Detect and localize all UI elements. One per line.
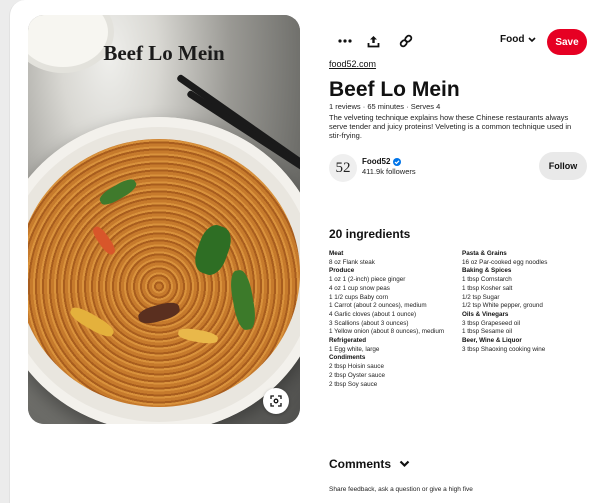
ingredient-item: 1 tbsp Kosher salt — [462, 284, 513, 292]
more-dots-icon — [338, 39, 352, 43]
comments-heading: Comments — [329, 457, 392, 471]
pin-meta: 1 reviews · 65 minutes · Serves 4 — [329, 102, 441, 111]
ingredient-category: Refrigerated — [329, 337, 367, 345]
share-upload-icon — [367, 35, 379, 47]
ingredient-category: Produce — [329, 267, 355, 275]
follow-button[interactable]: Follow — [539, 152, 587, 180]
follower-count: 411.9k followers — [362, 167, 416, 176]
pin-description: The velveting technique explains how the… — [329, 113, 572, 140]
ingredient-item: 16 oz Par-cooked egg noodles — [462, 258, 548, 266]
ingredient-item: 2 tbsp Soy sauce — [329, 380, 378, 388]
source-link[interactable]: food52.com — [329, 59, 376, 69]
ingredient-item: 4 Garlic cloves (about 1 ounce) — [329, 310, 417, 318]
ingredient-category: Baking & Spices — [462, 267, 512, 275]
ingredient-item: 1 tbsp Sesame oil — [462, 328, 513, 336]
ingredient-item: 3 tbsp Shaoxing cooking wine — [462, 345, 546, 353]
board-label: Food — [500, 34, 525, 45]
ingredient-item: 1 tbsp Cornstarch — [462, 276, 512, 284]
ingredient-item: 1/2 tsp White pepper, ground — [462, 302, 543, 310]
save-button[interactable]: Save — [547, 29, 587, 55]
pin-title: Beef Lo Mein — [329, 78, 460, 101]
ingredient-category: Condiments — [329, 354, 366, 362]
ingredient-item: 1 oz 1 (2-inch) piece ginger — [329, 276, 406, 284]
chevron-down-icon — [399, 460, 410, 468]
more-button[interactable] — [335, 31, 355, 51]
ingredients-column-left: Meat 8 oz Flank steak Produce 1 oz 1 (2-inc… — [329, 250, 464, 389]
ingredient-category: Pasta & Grains — [462, 250, 507, 257]
chevron-down-icon — [528, 36, 537, 42]
ingredient-item: 1/2 tsp Sugar — [462, 293, 500, 301]
ingredients-heading: 20 ingredients — [329, 227, 411, 241]
share-button[interactable] — [363, 31, 383, 51]
image-overlay-title: Beef Lo Mein — [103, 41, 225, 65]
creator-name[interactable]: Food52 — [362, 157, 390, 166]
ingredient-item: 1 Yellow onion (about 8 ounces), medium — [329, 328, 445, 336]
ingredient-item: 2 tbsp Hoisin sauce — [329, 363, 384, 371]
creator-name-row[interactable]: Food52 — [362, 157, 402, 166]
link-icon — [399, 34, 413, 48]
noodles — [28, 139, 300, 407]
ingredient-item: 4 oz 1 cup snow peas — [329, 284, 390, 292]
pin-image[interactable]: Beef Lo Mein — [28, 15, 300, 424]
ingredient-category: Oils & Vinegars — [462, 310, 509, 318]
ingredient-category: Beer, Wine & Liquor — [462, 337, 522, 345]
verified-badge-icon — [393, 157, 402, 166]
ingredient-item: 2 tbsp Oyster sauce — [329, 371, 385, 379]
copy-link-button[interactable] — [396, 31, 416, 51]
creator-row: 52 Food52 411.9k followers Follow — [329, 152, 589, 182]
board-selector[interactable]: Food — [500, 34, 537, 45]
avatar[interactable]: 52 — [329, 154, 357, 182]
comments-toggle[interactable]: Comments — [329, 457, 410, 471]
ingredient-item: 3 Scallions (about 3 ounces) — [329, 319, 409, 327]
ingredient-item: 3 tbsp Grapeseed oil — [462, 319, 521, 327]
ingredient-item: 1 Carrot (about 2 ounces), medium — [329, 302, 427, 310]
ingredients-column-right: Pasta & Grains 16 oz Par-cooked egg noodl… — [462, 250, 592, 354]
visual-search-button[interactable] — [263, 388, 289, 414]
visual-search-icon — [270, 395, 282, 407]
ingredient-item: 1 Egg white, large — [329, 345, 380, 353]
ingredient-item: 1 1/2 cups Baby corn — [329, 293, 389, 301]
ingredient-category: Meat — [329, 250, 344, 257]
comments-prompt: Share feedback, ask a question or give a… — [329, 486, 473, 493]
ingredient-item: 8 oz Flank steak — [329, 258, 375, 266]
